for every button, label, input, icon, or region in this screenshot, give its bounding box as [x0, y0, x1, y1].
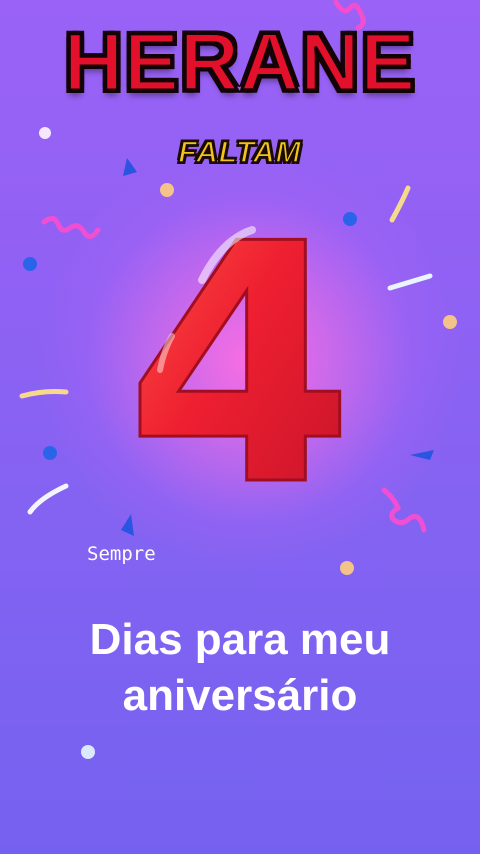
- balloon-number-graphic: 4: [124, 173, 357, 560]
- small-label: Sempre: [87, 543, 156, 565]
- caption-line-2: aniversário: [122, 671, 358, 720]
- subtitle: FALTAM: [178, 135, 302, 170]
- caption-line-1: Dias para meu: [89, 615, 391, 664]
- countdown-number: 4: [0, 173, 480, 560]
- name-title: HERANE: [62, 17, 417, 108]
- caption: Dias para meu aniversário: [0, 612, 480, 724]
